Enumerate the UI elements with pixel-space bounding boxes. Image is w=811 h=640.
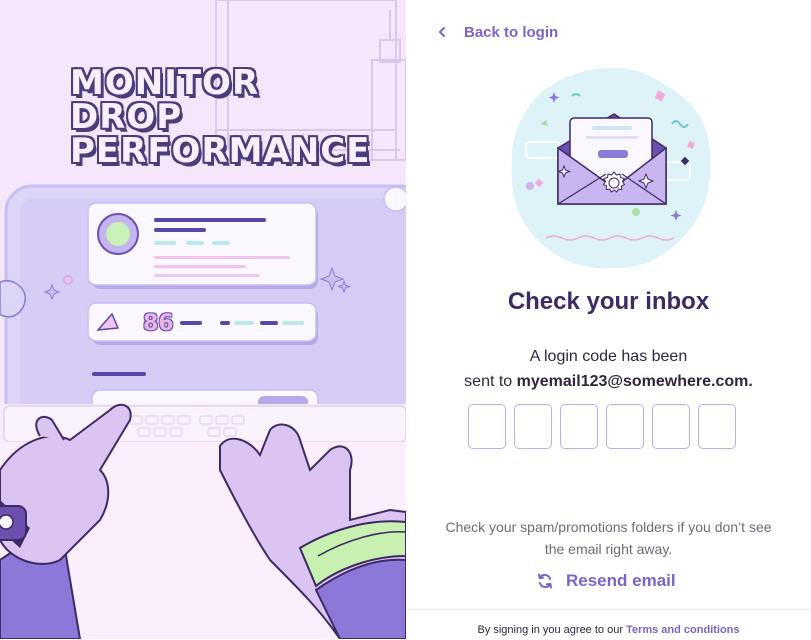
code-input-group [468,404,736,449]
back-to-login-label: Back to login [464,23,559,41]
chevron-left-icon [439,27,445,37]
code-digit-5[interactable] [652,404,690,449]
resend-email-button[interactable]: Resend email [536,571,676,591]
code-digit-2[interactable] [514,404,552,449]
terms-notice: By signing in you agree to our Terms and… [406,624,811,636]
code-digit-1[interactable] [468,404,506,449]
hero-title-line1: MONITOR DROP [70,63,260,137]
description-line2: sent to myemail123@somewhere.com. [406,369,811,394]
description-prefix: sent to [464,373,517,390]
code-digit-6[interactable] [698,404,736,449]
resend-email-label: Resend email [566,571,676,590]
hero-title-line2: PERFORMANCE [70,131,371,171]
recipient-email: myemail123@somewhere.com. [516,373,753,390]
terms-link[interactable]: Terms and conditions [626,624,739,636]
code-digit-4[interactable] [606,404,644,449]
spam-hint-line1: Check your spam/promotions folders if yo… [445,519,772,535]
terms-prefix: By signing in you agree to our [477,624,627,636]
hero-title: MONITOR DROP PERFORMANCE [70,66,370,168]
back-to-login-link[interactable]: Back to login [434,22,558,42]
description-line1: A login code has been [529,348,688,365]
hero-illustration-panel: MONITOR DROP PERFORMANCE 86 [0,0,406,639]
page-title: Check your inbox [507,288,710,315]
footer: By signing in you agree to our Terms and… [406,609,811,640]
spam-hint: Check your spam/promotions folders if yo… [406,516,811,560]
refresh-icon [538,573,552,589]
hero-score: 86 [143,311,174,336]
login-code-description: A login code has been sent to myemail123… [406,344,811,394]
spam-hint-line2: the email right away. [544,541,673,557]
verification-panel: Back to login Check your inbox A login c… [406,0,811,639]
envelope-illustration [511,67,711,269]
code-digit-3[interactable] [560,404,598,449]
